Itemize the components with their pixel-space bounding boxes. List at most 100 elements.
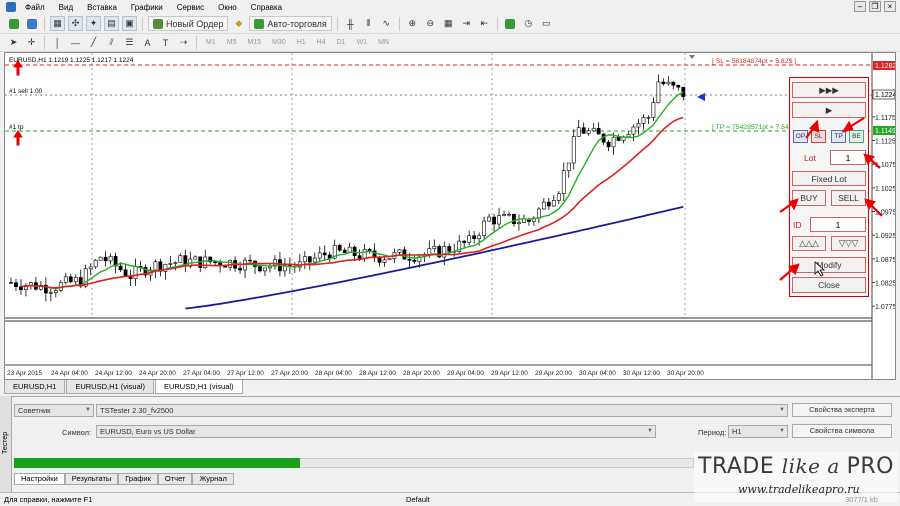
timeframe-w1[interactable]: W1 <box>353 39 372 46</box>
expert-select[interactable]: TSTester 2.30_fv2500 ▼ <box>96 404 788 417</box>
candle <box>63 276 68 283</box>
tab-report[interactable]: Отчет <box>157 473 193 485</box>
lot-input[interactable]: 1 <box>830 150 866 165</box>
sl-button[interactable]: SL <box>811 130 826 143</box>
candle <box>93 259 98 268</box>
timeframe-d1[interactable]: D1 <box>333 39 350 46</box>
modify-button[interactable]: Modify <box>792 257 866 273</box>
navigator-icon[interactable]: ✦ <box>86 16 101 31</box>
chart-tab[interactable]: EURUSD,H1 <box>4 380 66 394</box>
zoom-in-icon[interactable]: ⊕ <box>405 16 420 31</box>
id-label: ID <box>793 220 802 230</box>
time-axis-label: 24 Apr 04:00 <box>51 370 88 377</box>
tile-windows-icon[interactable]: ▦ <box>441 16 456 31</box>
candle <box>73 277 78 283</box>
menu-help[interactable]: Справка <box>244 3 289 12</box>
candle <box>88 266 93 270</box>
timeframe-h4[interactable]: H4 <box>313 39 330 46</box>
expert-properties-button[interactable]: Свойства эксперта <box>792 403 892 417</box>
close-order-button[interactable]: Close <box>792 277 866 293</box>
new-chart-icon[interactable] <box>6 16 21 31</box>
text-icon[interactable]: A <box>140 35 155 50</box>
price-axis-label: 1.0925 <box>875 233 895 240</box>
profiles-icon[interactable] <box>24 16 39 31</box>
menu-charts[interactable]: Графики <box>124 3 170 12</box>
minimize-icon[interactable]: – <box>854 1 866 12</box>
tab-results[interactable]: Результаты <box>64 473 119 485</box>
channel-icon[interactable]: ⫽ <box>104 35 119 50</box>
indicators-icon[interactable] <box>503 16 518 31</box>
bar-chart-icon[interactable]: ╫ <box>343 16 358 31</box>
tab-journal[interactable]: Журнал <box>192 473 234 485</box>
candlestick-icon[interactable]: ⫴ <box>361 16 376 31</box>
chart-tab-active[interactable]: EURUSD,H1 (visual) <box>154 380 243 394</box>
period-label: Период: <box>698 428 727 437</box>
menu-insert[interactable]: Вставка <box>80 3 124 12</box>
time-axis-label: 29 Apr 12:00 <box>491 370 528 377</box>
symbol-select[interactable]: EURUSD, Euro vs US Dollar ▼ <box>96 425 656 438</box>
cursor-icon[interactable]: ➤ <box>6 35 21 50</box>
op-button[interactable]: OP <box>793 130 808 143</box>
crosshair-icon[interactable]: ✛ <box>24 35 39 50</box>
menu-view[interactable]: Вид <box>52 3 80 12</box>
candle <box>407 258 412 261</box>
timeframe-m15[interactable]: M15 <box>243 39 265 46</box>
id-input[interactable]: 1 <box>810 217 866 232</box>
periods-icon[interactable]: ◷ <box>521 16 536 31</box>
zoom-out-icon[interactable]: ⊖ <box>423 16 438 31</box>
fixed-lot-button[interactable]: Fixed Lot <box>792 171 866 186</box>
menu-window[interactable]: Окно <box>211 3 244 12</box>
sell-button[interactable]: SELL <box>831 190 866 206</box>
sell-line-label: #1 sell 1.00 <box>9 88 43 95</box>
ma-slow-line <box>185 205 684 310</box>
market-watch-icon[interactable]: ▦ <box>50 16 65 31</box>
menu-file[interactable]: Файл <box>18 3 52 12</box>
price-axis-label: 1.1125 <box>875 139 895 146</box>
fast-forward-button[interactable]: ▶▶▶ <box>792 82 866 98</box>
restore-icon[interactable]: ❐ <box>869 1 881 12</box>
label-icon[interactable]: T <box>158 35 173 50</box>
new-order-button[interactable]: Новый Ордер <box>148 16 229 31</box>
vertical-line-icon[interactable]: │ <box>50 35 65 50</box>
horizontal-line-icon[interactable]: — <box>68 35 83 50</box>
arrows-icon[interactable]: ⇢ <box>176 35 191 50</box>
play-button[interactable]: ▶ <box>792 102 866 118</box>
ma-fast-line <box>20 91 684 290</box>
timeframe-h1[interactable]: H1 <box>293 39 310 46</box>
time-axis-label: 27 Apr 12:00 <box>227 370 264 377</box>
tab-graph[interactable]: График <box>118 473 158 485</box>
data-window-icon[interactable]: ✣ <box>68 16 83 31</box>
line-chart-icon[interactable]: ∿ <box>379 16 394 31</box>
move-down-button[interactable]: ▽▽▽ <box>831 236 866 251</box>
trendline-icon[interactable]: ╱ <box>86 35 101 50</box>
tester-mode-select[interactable]: Советник ▼ <box>14 404 94 417</box>
metaeditor-icon[interactable]: ◆ <box>231 16 246 31</box>
be-button[interactable]: BE <box>849 130 864 143</box>
autotrade-button[interactable]: Авто-торговля <box>249 16 332 31</box>
fibonacci-icon[interactable]: ☰ <box>122 35 137 50</box>
chart-tab[interactable]: EURUSD,H1 (visual) <box>66 380 154 394</box>
chart-canvas[interactable]: 1.1175 1.1125 1.1075 1.1025 1.0975 1.0925 1.08… <box>5 53 895 379</box>
auto-scroll-icon[interactable]: ⇥ <box>459 16 474 31</box>
close-icon[interactable]: × <box>884 1 896 12</box>
period-select[interactable]: H1 ▼ <box>728 425 788 438</box>
timeframe-m30[interactable]: M30 <box>268 39 290 46</box>
timeframe-m1[interactable]: M1 <box>202 39 220 46</box>
terminal-icon[interactable]: ▤ <box>104 16 119 31</box>
menu-tools[interactable]: Сервис <box>170 3 211 12</box>
chart-shift-icon[interactable]: ⇤ <box>477 16 492 31</box>
strategy-tester-icon[interactable]: ▣ <box>122 16 137 31</box>
buy-button[interactable]: BUY <box>792 190 826 206</box>
timeframe-m5[interactable]: M5 <box>223 39 241 46</box>
price-chart[interactable]: 1.1175 1.1125 1.1075 1.1025 1.0975 1.0925 1.08… <box>4 52 896 380</box>
candle <box>581 127 586 134</box>
move-up-button[interactable]: △△△ <box>792 236 826 251</box>
symbol-properties-button[interactable]: Свойства символа <box>792 424 892 438</box>
candle <box>661 81 666 85</box>
tab-settings[interactable]: Настройки <box>14 473 65 485</box>
timeframe-mn[interactable]: MN <box>374 39 393 46</box>
templates-icon[interactable]: ▭ <box>539 16 554 31</box>
candle <box>462 240 467 243</box>
time-axis-label: 23 Apr 2015 <box>7 370 42 377</box>
tp-button[interactable]: TP <box>831 130 846 143</box>
